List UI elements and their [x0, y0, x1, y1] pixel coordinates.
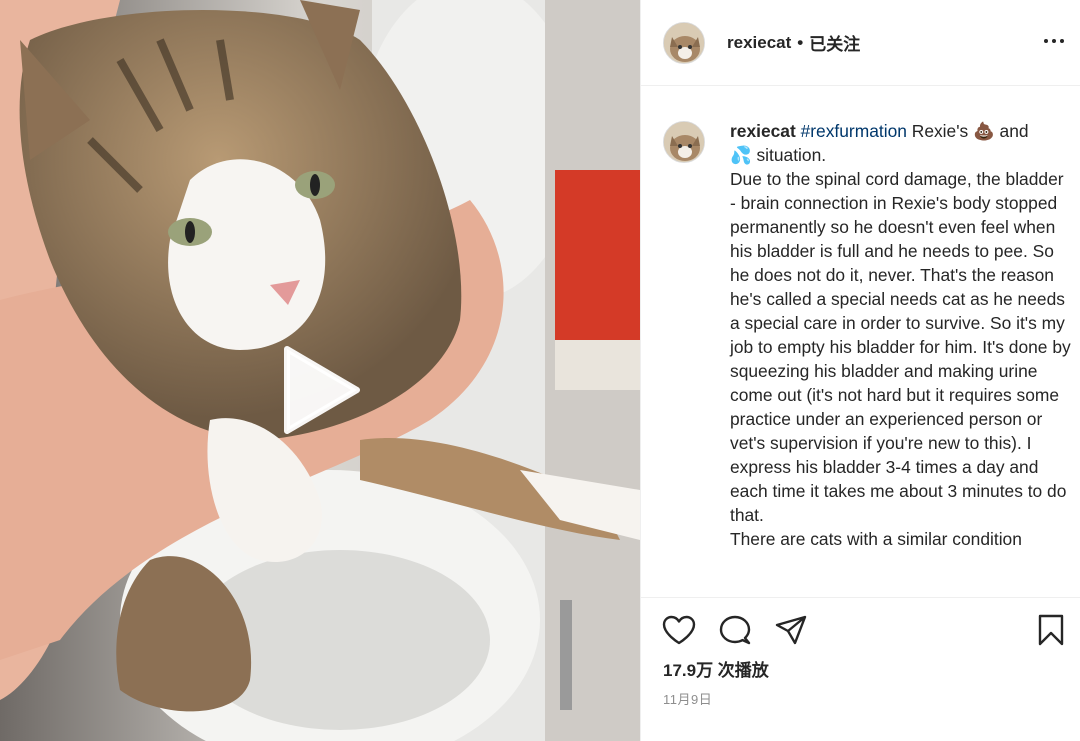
save-button[interactable] — [1033, 612, 1069, 648]
bookmark-icon — [1038, 614, 1064, 646]
caption-avatar[interactable] — [663, 121, 705, 163]
separator-dot: • — [797, 32, 804, 52]
more-options-button[interactable] — [1044, 33, 1064, 49]
hashtag-link[interactable]: #rexfurmation — [801, 121, 907, 141]
caption-line2: 💦 situation. — [730, 145, 827, 165]
post-caption: rexiecat #rexfurmation Rexie's 💩 and 💦 s… — [730, 119, 1071, 597]
caption-body: Due to the spinal cord damage, the bladd… — [730, 169, 1071, 525]
caption-line1: Rexie's 💩 and — [906, 121, 1029, 141]
share-icon — [775, 615, 807, 645]
avatar-image — [664, 122, 704, 162]
video-player[interactable] — [0, 0, 640, 741]
avatar[interactable] — [663, 21, 705, 64]
more-icon-dot — [1052, 39, 1056, 43]
play-icon — [284, 346, 360, 434]
comment-button[interactable] — [717, 612, 753, 648]
post-header: rexiecat • 已关注 — [641, 0, 1080, 86]
heart-icon — [662, 615, 696, 645]
more-icon — [1044, 39, 1048, 43]
like-button[interactable] — [661, 612, 697, 648]
view-count[interactable]: 17.9万 次播放 — [663, 656, 769, 681]
share-button[interactable] — [773, 612, 809, 648]
comments-section[interactable]: rexiecat #rexfurmation Rexie's 💩 and 💦 s… — [641, 87, 1080, 597]
post-date[interactable]: 11月9日 — [663, 689, 712, 708]
actions-bar: 17.9万 次播放 11月9日 — [641, 597, 1080, 741]
header-username-link[interactable]: rexiecat — [727, 33, 791, 53]
follow-status-button[interactable]: 已关注 — [809, 30, 860, 55]
more-icon-dot — [1060, 39, 1064, 43]
post-sidebar: rexiecat • 已关注 rexiecat #rexfurmation Re… — [640, 0, 1080, 741]
caption-overflow: There are cats with a similar condition — [730, 529, 1022, 549]
caption-username-link[interactable]: rexiecat — [730, 121, 796, 141]
play-button[interactable] — [270, 340, 370, 440]
avatar-image — [664, 22, 704, 63]
comment-icon — [719, 615, 751, 645]
